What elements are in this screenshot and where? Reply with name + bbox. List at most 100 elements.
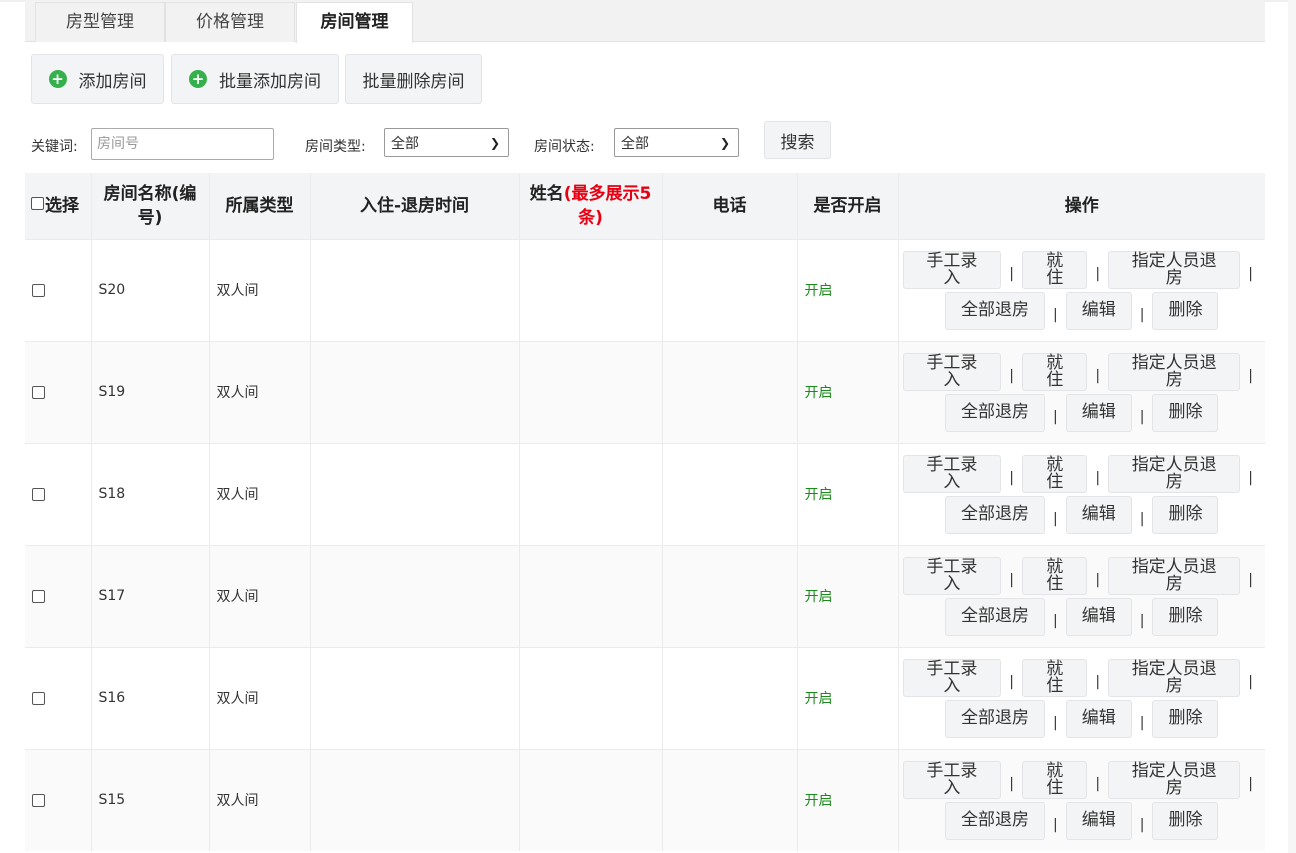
assign-checkout-button[interactable]: 指定人员退房 — [1108, 556, 1241, 595]
add-room-label: 添加房间 — [78, 71, 147, 92]
row-checkbox[interactable] — [32, 589, 45, 603]
header-select-label: 选择 — [45, 195, 79, 216]
tab-price[interactable]: 价格管理 — [165, 2, 295, 42]
assign-checkout-button[interactable]: 指定人员退房 — [1108, 454, 1241, 493]
keyword-input[interactable] — [91, 128, 274, 160]
check-in-button[interactable]: 就住 — [1022, 250, 1088, 289]
select-cell — [25, 646, 91, 749]
check-in-button[interactable]: 就住 — [1022, 556, 1088, 595]
delete-button[interactable]: 删除 — [1152, 495, 1219, 534]
separator: | — [1009, 469, 1014, 486]
assign-checkout-button[interactable]: 指定人员退房 — [1108, 250, 1241, 289]
ops-cell: 手工录入 | 就住 | 指定人员退房 | 全部退房 | 编辑 | 删除 — [897, 442, 1265, 545]
assign-checkout-button[interactable]: 指定人员退房 — [1108, 760, 1241, 799]
assign-checkout-button[interactable]: 指定人员退房 — [1108, 658, 1241, 697]
tab-room-type[interactable]: 房型管理 — [35, 2, 165, 42]
edit-button[interactable]: 编辑 — [1065, 699, 1132, 738]
phone-cell — [661, 340, 797, 443]
keyword-label: 关键词: — [31, 139, 78, 155]
table-row: S17 双人间 开启 手工录入 | 就住 | 指定人员退房 | 全部退房 | 编辑 | 删除 — [25, 544, 1265, 647]
separator: | — [1009, 673, 1014, 690]
add-room-button[interactable]: + 添加房间 — [31, 54, 164, 104]
checkout-all-button[interactable]: 全部退房 — [945, 699, 1046, 738]
separator: | — [1095, 265, 1101, 282]
select-all-checkbox[interactable] — [31, 197, 44, 211]
header-enabled: 是否开启 — [796, 173, 898, 239]
separator: | — [1009, 367, 1014, 384]
delete-button[interactable]: 删除 — [1152, 699, 1219, 738]
edit-button[interactable]: 编辑 — [1065, 495, 1132, 534]
edit-button[interactable]: 编辑 — [1065, 597, 1132, 636]
check-in-button[interactable]: 就住 — [1022, 352, 1088, 391]
guest-cell — [518, 442, 662, 545]
select-cell — [25, 238, 91, 341]
assign-checkout-button[interactable]: 指定人员退房 — [1108, 352, 1241, 391]
batch-add-label: 批量添加房间 — [219, 71, 321, 92]
manual-entry-button[interactable]: 手工录入 — [902, 556, 1002, 595]
row-checkbox[interactable] — [32, 793, 45, 807]
table-row: S18 双人间 开启 手工录入 | 就住 | 指定人员退房 | 全部退房 | 编辑 | 删除 — [25, 442, 1265, 545]
enabled-cell: 开启 — [796, 646, 898, 749]
row-checkbox[interactable] — [32, 385, 45, 399]
header-guest-label: 姓名 — [529, 183, 564, 204]
delete-button[interactable]: 删除 — [1152, 291, 1219, 330]
room-type-cell: 双人间 — [208, 340, 310, 443]
guest-cell — [518, 340, 662, 443]
ops-cell: 手工录入 | 就住 | 指定人员退房 | 全部退房 | 编辑 | 删除 — [897, 238, 1265, 341]
check-in-button[interactable]: 就住 — [1022, 454, 1088, 493]
separator: | — [1095, 367, 1101, 384]
batch-delete-room-button[interactable]: 批量删除房间 — [345, 54, 482, 104]
header-time: 入住-退房时间 — [309, 173, 519, 239]
check-in-button[interactable]: 就住 — [1022, 658, 1088, 697]
delete-button[interactable]: 删除 — [1152, 597, 1219, 636]
header-ops: 操作 — [897, 173, 1265, 239]
table-header-row: 选择 房间名称(编 号) 所属类型 入住-退房时间 姓名(最多展示5 条) 电话… — [25, 173, 1265, 239]
edit-button[interactable]: 编辑 — [1065, 393, 1132, 432]
room-type-select[interactable]: 全部 ❯ — [384, 128, 509, 157]
manual-entry-button[interactable]: 手工录入 — [902, 658, 1002, 697]
tab-room[interactable]: 房间管理 — [296, 2, 413, 43]
separator: | — [1095, 673, 1101, 690]
room-type-cell: 双人间 — [208, 238, 310, 341]
scrollbar-track[interactable] — [1288, 0, 1296, 853]
phone-cell — [661, 238, 797, 341]
stay-time-cell — [309, 748, 519, 851]
separator: | — [1009, 265, 1014, 282]
separator: | — [1248, 265, 1253, 282]
row-checkbox[interactable] — [32, 487, 45, 501]
separator: | — [1009, 775, 1014, 792]
batch-add-room-button[interactable]: + 批量添加房间 — [171, 54, 339, 104]
header-room-name-line1: 房间名称(编 — [103, 183, 197, 204]
checkout-all-button[interactable]: 全部退房 — [945, 291, 1046, 330]
room-type-value: 全部 — [391, 135, 419, 152]
table-row: S16 双人间 开启 手工录入 | 就住 | 指定人员退房 | 全部退房 | 编辑 | 删除 — [25, 646, 1265, 749]
select-cell — [25, 748, 91, 851]
row-checkbox[interactable] — [32, 691, 45, 705]
tab-bar: 房型管理 价格管理 房间管理 — [25, 0, 1265, 43]
delete-button[interactable]: 删除 — [1152, 801, 1219, 840]
check-in-button[interactable]: 就住 — [1022, 760, 1088, 799]
manual-entry-button[interactable]: 手工录入 — [902, 352, 1002, 391]
edit-button[interactable]: 编辑 — [1065, 801, 1132, 840]
separator: | — [1053, 306, 1058, 323]
row-checkbox[interactable] — [32, 283, 45, 297]
checkout-all-button[interactable]: 全部退房 — [945, 495, 1046, 534]
guest-cell — [518, 646, 662, 749]
ops-cell: 手工录入 | 就住 | 指定人员退房 | 全部退房 | 编辑 | 删除 — [897, 646, 1265, 749]
room-status-select[interactable]: 全部 ❯ — [614, 128, 739, 157]
edit-button[interactable]: 编辑 — [1065, 291, 1132, 330]
manual-entry-button[interactable]: 手工录入 — [902, 454, 1002, 493]
delete-button[interactable]: 删除 — [1152, 393, 1219, 432]
enabled-cell: 开启 — [796, 544, 898, 647]
search-button[interactable]: 搜索 — [764, 121, 831, 159]
manual-entry-button[interactable]: 手工录入 — [902, 760, 1002, 799]
room-type-label: 房间类型: — [305, 139, 366, 155]
separator: | — [1053, 612, 1058, 629]
checkout-all-button[interactable]: 全部退房 — [945, 801, 1046, 840]
table-row: S20 双人间 开启 手工录入 | 就住 | 指定人员退房 | 全部退房 | 编辑 | 删除 — [25, 238, 1265, 341]
checkout-all-button[interactable]: 全部退房 — [945, 597, 1046, 636]
checkout-all-button[interactable]: 全部退房 — [945, 393, 1046, 432]
enabled-cell: 开启 — [796, 340, 898, 443]
manual-entry-button[interactable]: 手工录入 — [902, 250, 1002, 289]
chevron-down-icon: ❯ — [719, 136, 730, 150]
